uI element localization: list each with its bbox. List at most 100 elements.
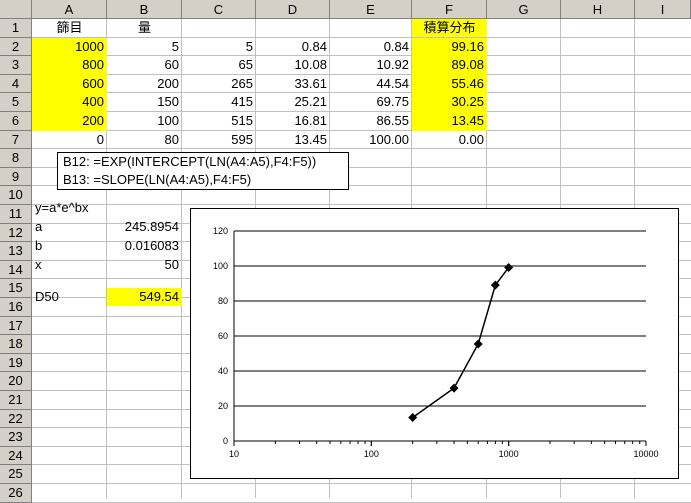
cell-F7[interactable]: 0.00 [412, 131, 487, 150]
column-header-g[interactable]: G [487, 0, 561, 19]
chart-area[interactable]: 0 20 40 60 80 100 120 10 100 1000 10000 [190, 208, 679, 479]
row-header-3[interactable]: 3 [0, 56, 32, 75]
x-tick-label: 1000 [499, 449, 519, 459]
select-all-corner[interactable] [0, 0, 32, 19]
row-header-16[interactable]: 16 [0, 298, 32, 317]
cell-E6[interactable]: 86.55 [330, 112, 412, 131]
line-chart: 0 20 40 60 80 100 120 10 100 1000 10000 [213, 226, 659, 459]
y-tick-label: 0 [223, 436, 228, 446]
cell-A11[interactable]: y=a*e^bx [32, 199, 182, 217]
x-tick-label: 10 [229, 449, 239, 459]
cell-A4[interactable]: 600 [32, 74, 107, 94]
y-tick-label: 80 [218, 296, 228, 306]
row-header-25[interactable]: 25 [0, 465, 32, 484]
row-header-4[interactable]: 4 [0, 74, 32, 94]
column-header-i[interactable]: I [635, 0, 691, 19]
cell-C6[interactable]: 515 [182, 112, 256, 131]
row-header-5[interactable]: 5 [0, 93, 32, 112]
column-header-a[interactable]: A [32, 0, 107, 19]
cell-B13[interactable]: 0.016083 [107, 237, 182, 255]
cell-D6[interactable]: 16.81 [256, 112, 330, 131]
cell-A1[interactable]: 篩目 [32, 19, 107, 37]
y-tick-label: 120 [213, 226, 228, 236]
cell-C3[interactable]: 65 [182, 56, 256, 75]
row-header-15[interactable]: 15 [0, 279, 32, 298]
row-header-8[interactable]: 8 [0, 149, 32, 168]
cell-E7[interactable]: 100.00 [330, 131, 412, 150]
cell-B6[interactable]: 100 [107, 112, 182, 131]
cell-B7[interactable]: 80 [107, 131, 182, 150]
cell-B16[interactable]: 549.54 [107, 288, 182, 306]
cell-D3[interactable]: 10.08 [256, 56, 330, 75]
cell-D7[interactable]: 13.45 [256, 131, 330, 150]
cell-C4[interactable]: 265 [182, 75, 256, 94]
row-header-9[interactable]: 9 [0, 167, 32, 187]
cell-B14[interactable]: 50 [107, 256, 182, 274]
cell-A6[interactable]: 200 [32, 112, 107, 131]
cell-F2[interactable]: 99.16 [412, 37, 487, 57]
cell-F4[interactable]: 55.46 [412, 74, 487, 94]
cell-F5[interactable]: 30.25 [412, 93, 487, 112]
cell-F6[interactable]: 13.45 [412, 112, 487, 131]
cell-E3[interactable]: 10.92 [330, 56, 412, 75]
row-header-10[interactable]: 10 [0, 186, 32, 205]
row-header-11[interactable]: 11 [0, 205, 32, 224]
column-header-c[interactable]: C [182, 0, 256, 19]
cell-F3[interactable]: 89.08 [412, 56, 487, 75]
cell-C2[interactable]: 5 [182, 38, 256, 57]
cell-D5[interactable]: 25.21 [256, 93, 330, 112]
column-header-f[interactable]: F [412, 0, 487, 19]
cell-A2[interactable]: 1000 [32, 37, 107, 57]
cell-E5[interactable]: 69.75 [330, 93, 412, 112]
row-header-1[interactable]: 1 [0, 19, 32, 38]
cell-A14[interactable]: x [32, 256, 107, 274]
row-header-24[interactable]: 24 [0, 446, 32, 466]
cell-B5[interactable]: 150 [107, 93, 182, 112]
cell-A5[interactable]: 400 [32, 93, 107, 112]
cell-B2[interactable]: 5 [107, 38, 182, 57]
x-tick-label: 100 [364, 449, 379, 459]
y-tick-label: 60 [218, 331, 228, 341]
cell-A3[interactable]: 800 [32, 56, 107, 75]
row-header-14[interactable]: 14 [0, 260, 32, 280]
column-header-h[interactable]: H [561, 0, 635, 19]
row-header-13[interactable]: 13 [0, 242, 32, 261]
cell-E2[interactable]: 0.84 [330, 38, 412, 57]
row-header-22[interactable]: 22 [0, 409, 32, 429]
grid-hline [32, 483, 691, 484]
cell-E4[interactable]: 44.54 [330, 75, 412, 94]
row-header-17[interactable]: 17 [0, 316, 32, 336]
formula-line-1: B12: =EXP(INTERCEPT(LN(A4:A5),F4:F5)) [63, 154, 317, 169]
cell-A7[interactable]: 0 [32, 131, 107, 150]
cell-A13[interactable]: b [32, 237, 107, 255]
grid-hline [32, 501, 691, 503]
series-line [412, 267, 510, 419]
row-header-19[interactable]: 19 [0, 353, 32, 373]
row-header-20[interactable]: 20 [0, 372, 32, 391]
cell-B4[interactable]: 200 [107, 75, 182, 94]
row-header-18[interactable]: 18 [0, 335, 32, 354]
row-header-2[interactable]: 2 [0, 37, 32, 57]
cell-C5[interactable]: 415 [182, 93, 256, 112]
row-header-7[interactable]: 7 [0, 130, 32, 150]
column-header-e[interactable]: E [330, 0, 412, 19]
column-header-d[interactable]: D [256, 0, 330, 19]
cell-A16[interactable]: D50 [32, 288, 107, 306]
y-tick-label: 40 [218, 366, 228, 376]
cell-C7[interactable]: 595 [182, 131, 256, 150]
cell-B12[interactable]: 245.8954 [107, 218, 182, 236]
cell-D4[interactable]: 33.61 [256, 75, 330, 94]
column-header-b[interactable]: B [107, 0, 182, 19]
formula-note-box[interactable]: B12: =EXP(INTERCEPT(LN(A4:A5),F4:F5)) B1… [57, 152, 349, 190]
row-header-26[interactable]: 26 [0, 484, 32, 503]
cell-B1[interactable]: 量 [107, 19, 182, 37]
row-header-23[interactable]: 23 [0, 428, 32, 447]
row-header-21[interactable]: 21 [0, 391, 32, 410]
row-header-12[interactable]: 12 [0, 223, 32, 243]
cell-A12[interactable]: a [32, 218, 107, 236]
cell-B3[interactable]: 60 [107, 56, 182, 75]
row-header-6[interactable]: 6 [0, 112, 32, 131]
cell-F1[interactable]: 積算分布 [412, 19, 487, 37]
formula-line-2: B13: =SLOPE(LN(A4:A5),F4:F5) [63, 172, 252, 187]
cell-D2[interactable]: 0.84 [256, 38, 330, 57]
